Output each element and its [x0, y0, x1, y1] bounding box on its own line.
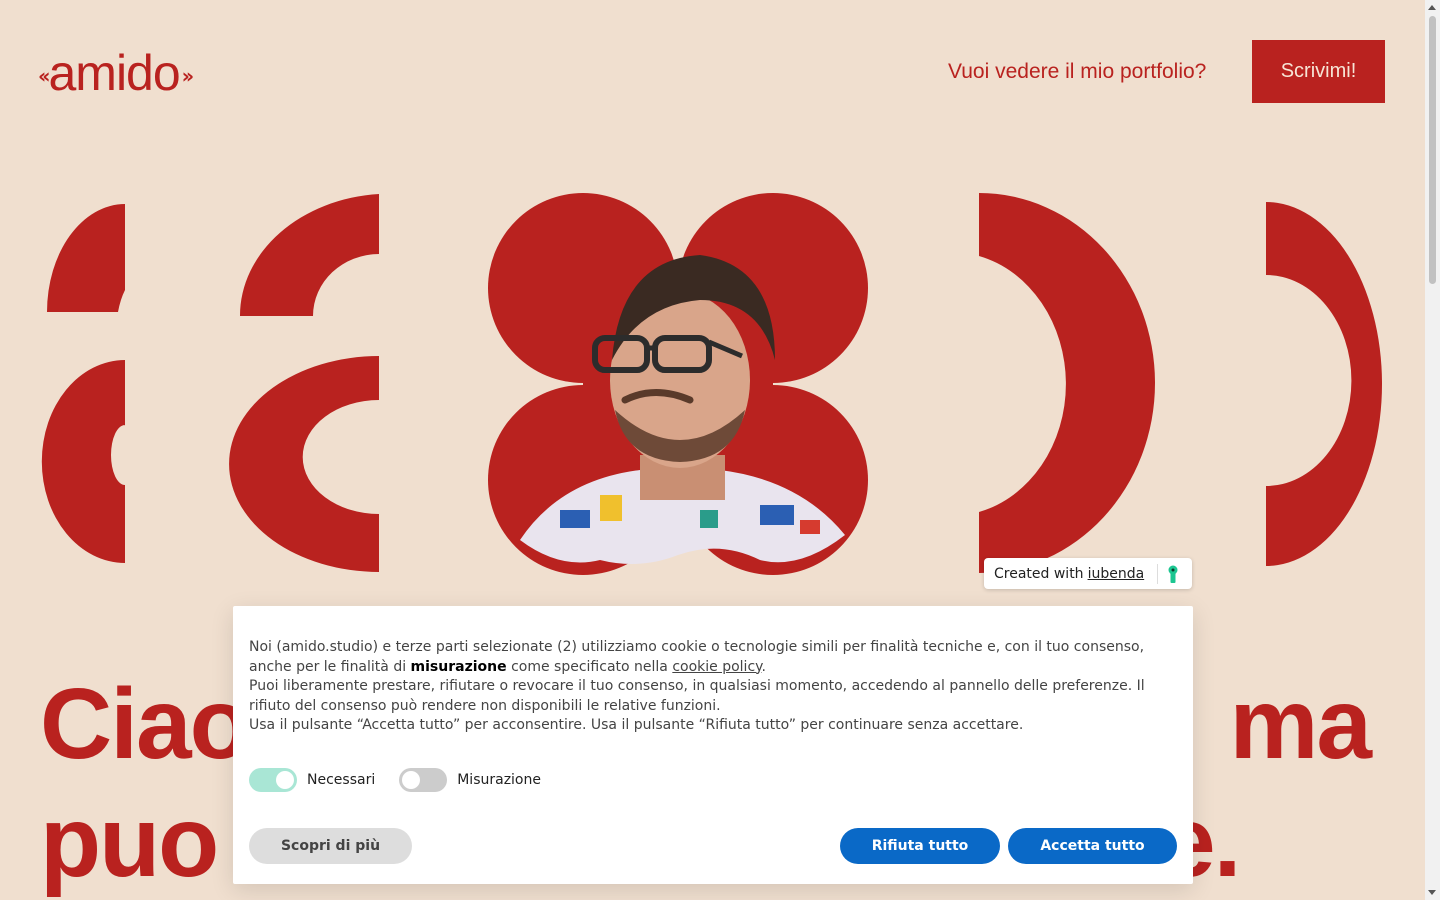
accept-all-button[interactable]: Accetta tutto [1008, 828, 1177, 864]
necessary-toggle-label: Necessari [307, 772, 376, 788]
scroll-down-arrow-icon[interactable] [1428, 890, 1436, 895]
hero-bracket-left-top [47, 204, 125, 312]
necessary-toggle[interactable] [249, 768, 297, 792]
hero-bracket-right [1266, 202, 1382, 566]
logo-word: amido [48, 45, 180, 101]
hero-bracket-second-bottom [229, 356, 379, 572]
measurement-toggle[interactable] [399, 768, 448, 792]
badge-divider [1157, 563, 1159, 584]
iubenda-badge-label: Created with [994, 565, 1084, 582]
reject-all-button[interactable]: Rifiuta tutto [840, 828, 1000, 864]
cookie-text-p3: Usa il pulsante “Accetta tutto” per acco… [249, 717, 1024, 733]
consent-toggles: Necessari Misurazione [249, 768, 565, 792]
headline-line1-left: Ciao [40, 668, 251, 780]
hero-bracket-second-top [239, 194, 379, 316]
cookie-text-p1-end: . [761, 658, 766, 675]
page-scrollbar[interactable] [1425, 0, 1440, 900]
cookie-banner: Noi (amido.studio) e terze parti selezio… [233, 606, 1193, 884]
page: ‹‹ amido ›› Vuoi vedere il mio portfolio… [0, 0, 1425, 900]
measurement-toggle-label: Misurazione [457, 772, 541, 788]
iubenda-keyhole-icon [1168, 565, 1178, 583]
cookie-text-p2: Puoi liberamente prestare, rifiutare o r… [249, 678, 1145, 714]
logo[interactable]: ‹‹ amido ›› [38, 48, 250, 98]
hero-bracket-left-bottom [41, 360, 125, 563]
portfolio-link[interactable]: Vuoi vedere il mio portfolio? [948, 60, 1206, 84]
iubenda-badge-text: Created with iubenda [984, 566, 1144, 582]
logo-right-mark: ›› [181, 64, 195, 88]
cookie-text-p1: Noi (amido.studio) e terze parti selezio… [249, 638, 1169, 677]
cookie-text-p1-b: come specificato nella [511, 658, 668, 675]
headline-line2-left: puo [40, 786, 219, 898]
toggle-knob [276, 771, 294, 789]
hero-bracket-third [979, 193, 1155, 573]
scroll-up-arrow-icon[interactable] [1428, 5, 1436, 10]
scrollbar-thumb[interactable] [1429, 16, 1436, 284]
headline-line1-right: ma [1229, 668, 1372, 780]
iubenda-badge[interactable]: Created with iubenda [984, 558, 1192, 589]
cookie-text-bold: misurazione [410, 658, 507, 675]
learn-more-button[interactable]: Scopri di più [249, 828, 412, 864]
toggle-knob [402, 771, 421, 789]
logo-left-mark: ‹‹ [38, 64, 51, 88]
hero-graphic [41, 193, 1382, 575]
iubenda-link[interactable]: iubenda [1088, 566, 1145, 582]
cookie-banner-text: Noi (amido.studio) e terze parti selezio… [249, 638, 1169, 736]
cookie-policy-link[interactable]: cookie policy [672, 659, 761, 675]
contact-button[interactable]: Scrivimi! [1252, 40, 1385, 103]
